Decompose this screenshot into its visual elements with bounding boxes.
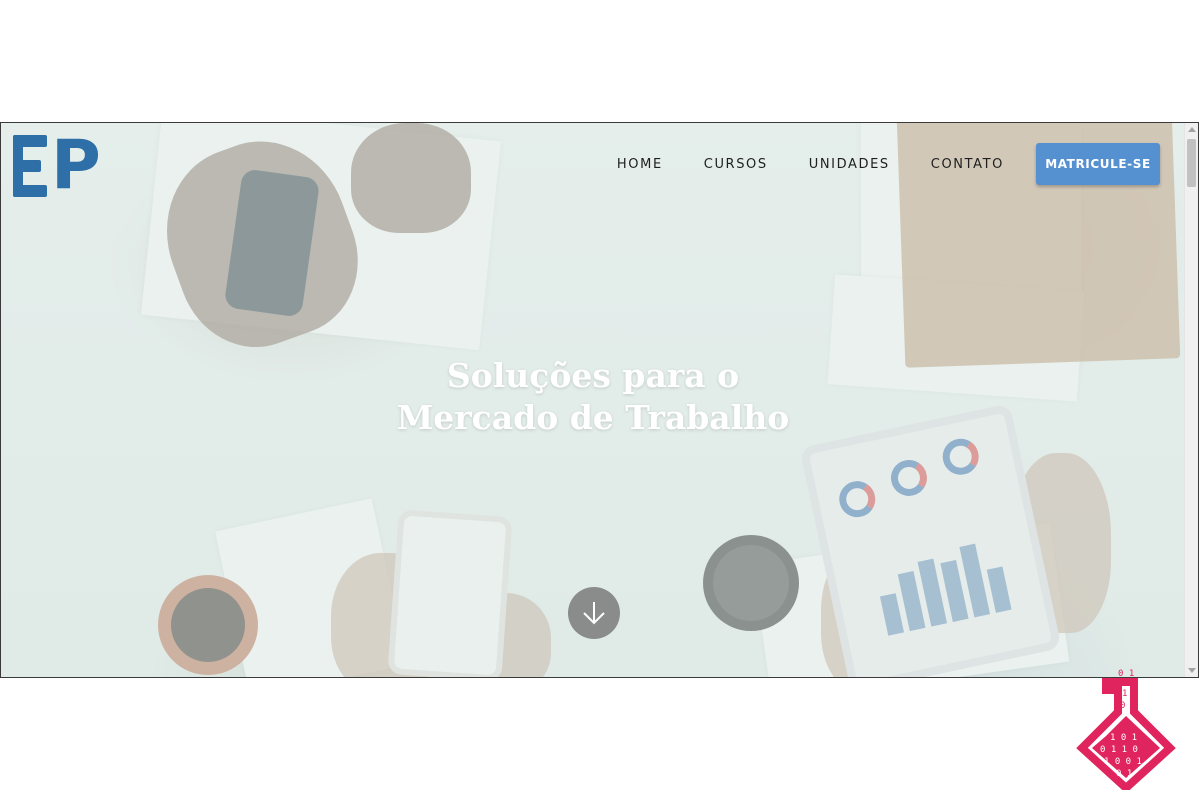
matricule-se-button[interactable]: MATRICULE-SE bbox=[1036, 143, 1160, 185]
headline-line-2: Mercado de Trabalho bbox=[396, 398, 790, 437]
scrollbar-thumb[interactable] bbox=[1187, 139, 1196, 187]
logo-e-icon bbox=[13, 131, 49, 201]
scroll-down-button[interactable] bbox=[568, 587, 620, 639]
site-logo[interactable]: P bbox=[13, 126, 101, 205]
nav-home[interactable]: HOME bbox=[617, 157, 663, 172]
svg-text:1: 1 bbox=[1122, 689, 1127, 699]
svg-text:0: 0 bbox=[1120, 701, 1125, 711]
svg-text:0 1: 0 1 bbox=[1116, 769, 1132, 779]
scroll-down-arrow-icon[interactable] bbox=[1188, 668, 1196, 673]
browser-viewport: P HOME CURSOS UNIDADES CONTATO MATRICULE… bbox=[0, 122, 1199, 678]
svg-text:1 0 1: 1 0 1 bbox=[1110, 733, 1137, 743]
svg-text:1 0 0 1: 1 0 0 1 bbox=[1104, 757, 1142, 767]
nav-contato[interactable]: CONTATO bbox=[931, 157, 1004, 172]
hero-headline: Soluções para o Mercado de Trabalho bbox=[1, 355, 1185, 439]
binary-flask-logo-icon: 0 1 1 0 1 0 1 0 1 1 0 1 0 0 1 0 1 bbox=[1076, 669, 1176, 790]
nav-cursos[interactable]: CURSOS bbox=[704, 157, 768, 172]
arrow-down-icon bbox=[583, 602, 605, 625]
scroll-up-arrow-icon[interactable] bbox=[1188, 127, 1196, 132]
main-navigation: HOME CURSOS UNIDADES CONTATO MATRICULE-S… bbox=[617, 143, 1160, 185]
vertical-scrollbar[interactable] bbox=[1184, 123, 1198, 677]
svg-text:0 1 1 0: 0 1 1 0 bbox=[1100, 745, 1138, 755]
logo-p-icon: P bbox=[51, 126, 101, 205]
nav-unidades[interactable]: UNIDADES bbox=[809, 157, 890, 172]
svg-text:0 1: 0 1 bbox=[1118, 669, 1134, 679]
headline-line-1: Soluções para o bbox=[446, 356, 740, 395]
